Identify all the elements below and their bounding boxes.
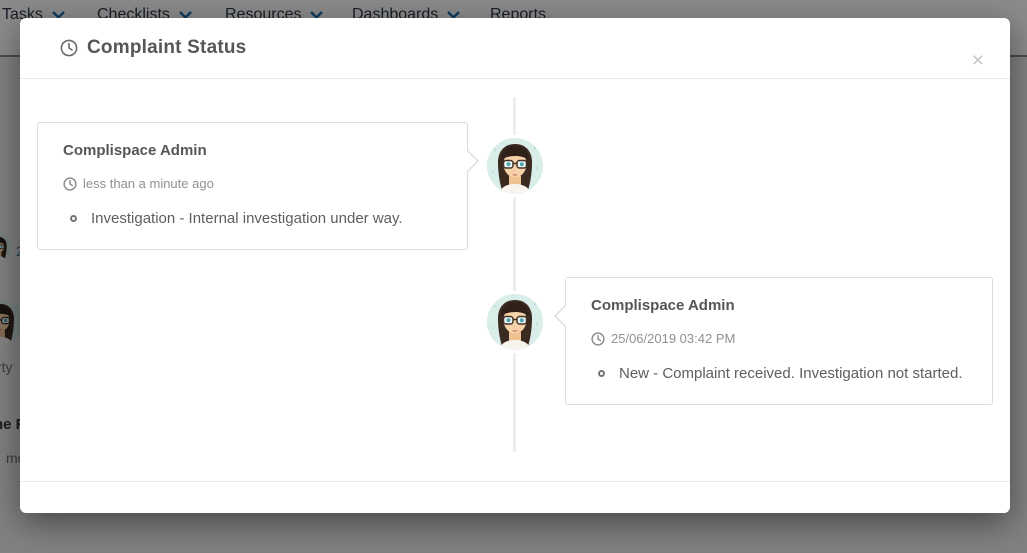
- clock-icon: [63, 176, 77, 191]
- card-arrow: [466, 149, 479, 173]
- complaint-status-modal: Complaint Status × Complispace Admin les…: [20, 18, 1010, 513]
- bullet-icon: [598, 370, 605, 377]
- entry-author: Complispace Admin: [591, 297, 735, 314]
- timeline-entry-card: Complispace Admin less than a minute ago…: [37, 122, 479, 250]
- timeline-entry-card: Complispace Admin 25/06/2019 03:42 PM Ne…: [554, 277, 993, 405]
- clock-icon: [591, 331, 605, 346]
- modal-footer: [20, 481, 1010, 512]
- modal-title: Complaint Status: [87, 37, 247, 58]
- entry-author: Complispace Admin: [63, 142, 207, 159]
- entry-timestamp: less than a minute ago: [83, 176, 214, 191]
- card-arrow: [554, 304, 567, 328]
- entry-status-text: Investigation - Internal investigation u…: [91, 210, 403, 227]
- modal-header: Complaint Status ×: [20, 18, 1010, 79]
- entry-status-text: New - Complaint received. Investigation …: [619, 365, 963, 382]
- timeline: Complispace Admin less than a minute ago…: [20, 79, 1010, 481]
- entry-timestamp: 25/06/2019 03:42 PM: [611, 331, 736, 346]
- bullet-icon: [70, 215, 77, 222]
- avatar: [487, 138, 543, 194]
- clock-icon: [60, 39, 78, 57]
- avatar: [487, 294, 543, 350]
- close-icon[interactable]: ×: [972, 50, 984, 71]
